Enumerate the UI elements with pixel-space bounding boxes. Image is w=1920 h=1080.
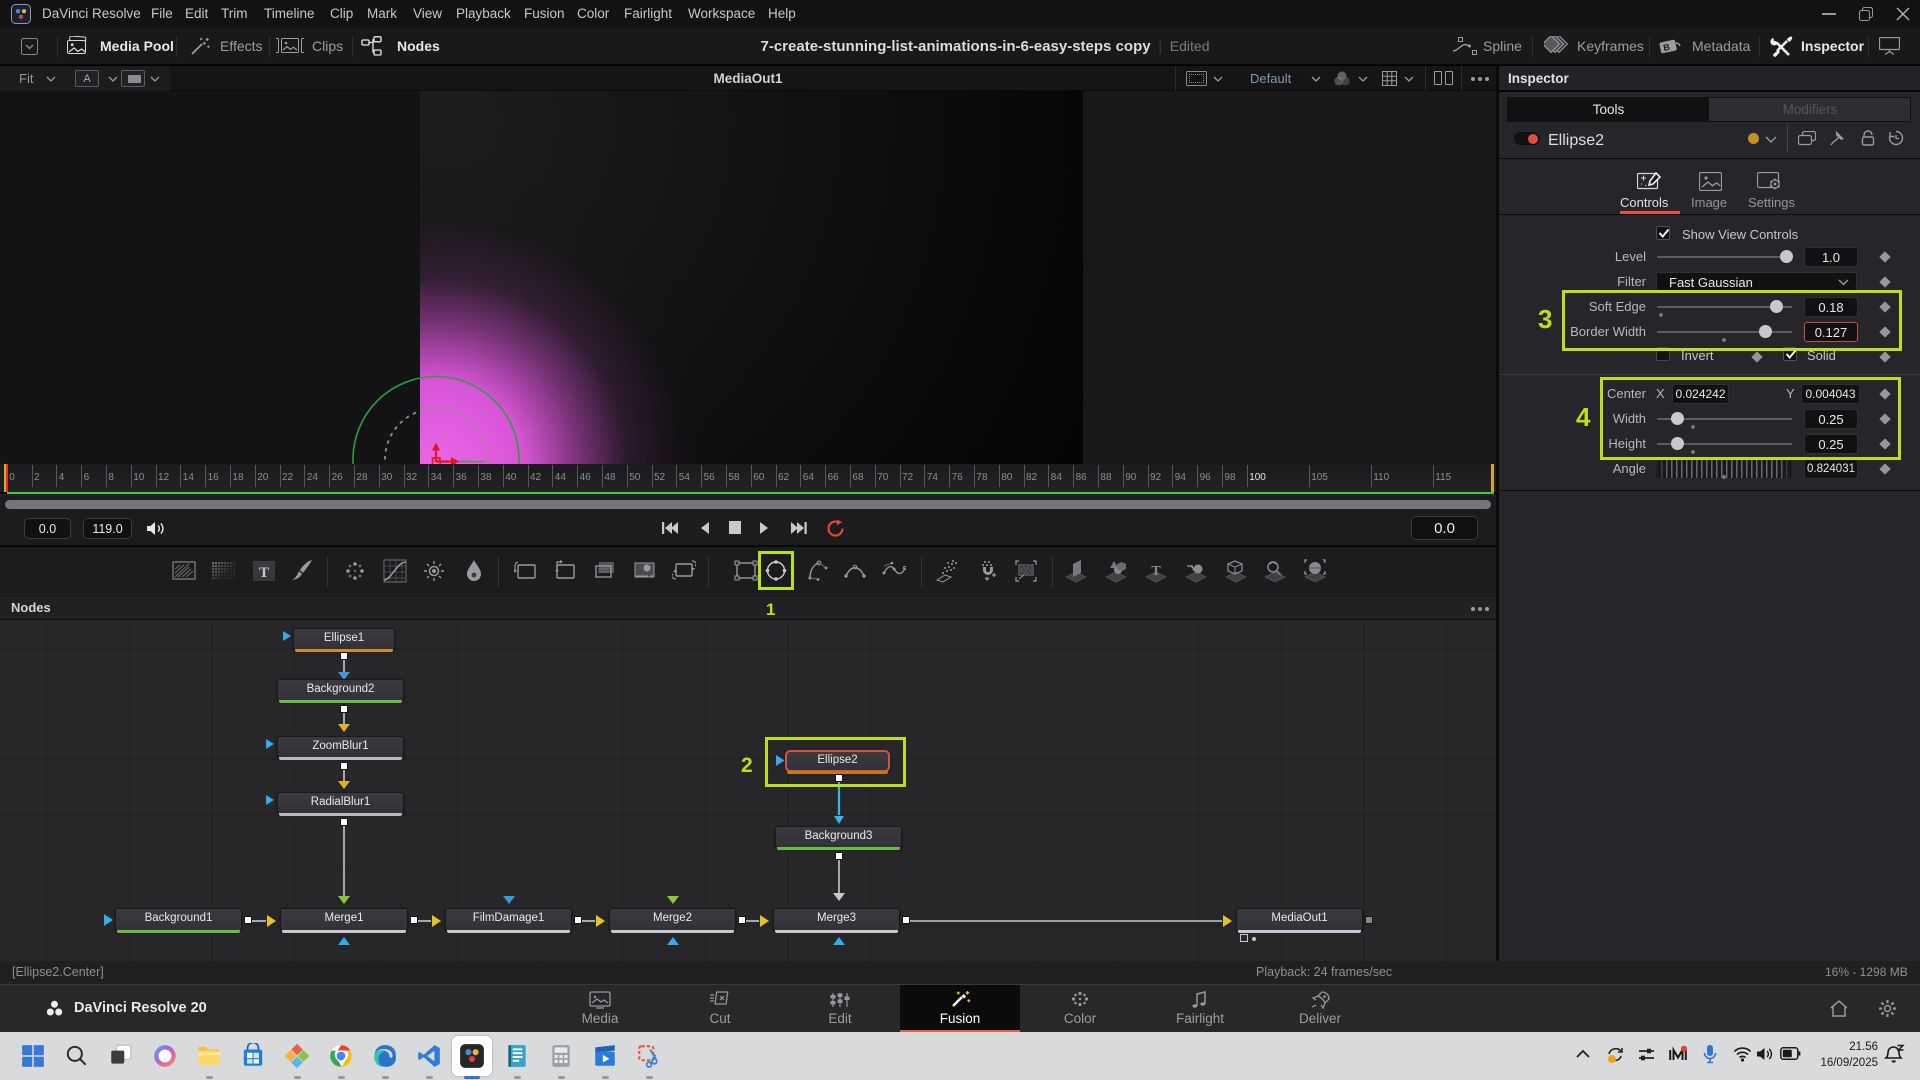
- svg-text:T: T: [259, 565, 269, 581]
- svg-text:T: T: [1151, 564, 1161, 579]
